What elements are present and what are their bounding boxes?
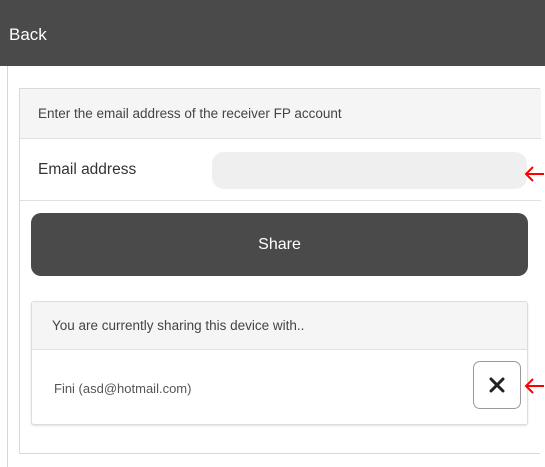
remove-share-button[interactable] (473, 361, 521, 409)
top-bar: Back (0, 0, 545, 66)
frame-border (7, 66, 8, 467)
share-device-panel: Enter the email address of the receiver … (19, 88, 541, 454)
close-icon (489, 377, 505, 393)
instruction-text: Enter the email address of the receiver … (38, 106, 342, 121)
panel-header: Enter the email address of the receiver … (20, 89, 541, 139)
email-row: Email address (20, 139, 541, 201)
email-input[interactable] (212, 152, 527, 189)
email-label: Email address (38, 161, 137, 178)
share-button[interactable]: Share (31, 213, 528, 276)
arrow-left-icon (524, 166, 544, 182)
shared-user-label: Fini (asd@hotmail.com) (54, 381, 192, 396)
shared-users-header-text: You are currently sharing this device wi… (52, 318, 305, 333)
shared-user-row: Fini (asd@hotmail.com) (32, 350, 527, 424)
shared-users-header: You are currently sharing this device wi… (32, 302, 527, 350)
back-link[interactable]: Back (9, 24, 47, 46)
shared-users-box: You are currently sharing this device wi… (31, 301, 528, 425)
arrow-left-icon (524, 378, 544, 394)
